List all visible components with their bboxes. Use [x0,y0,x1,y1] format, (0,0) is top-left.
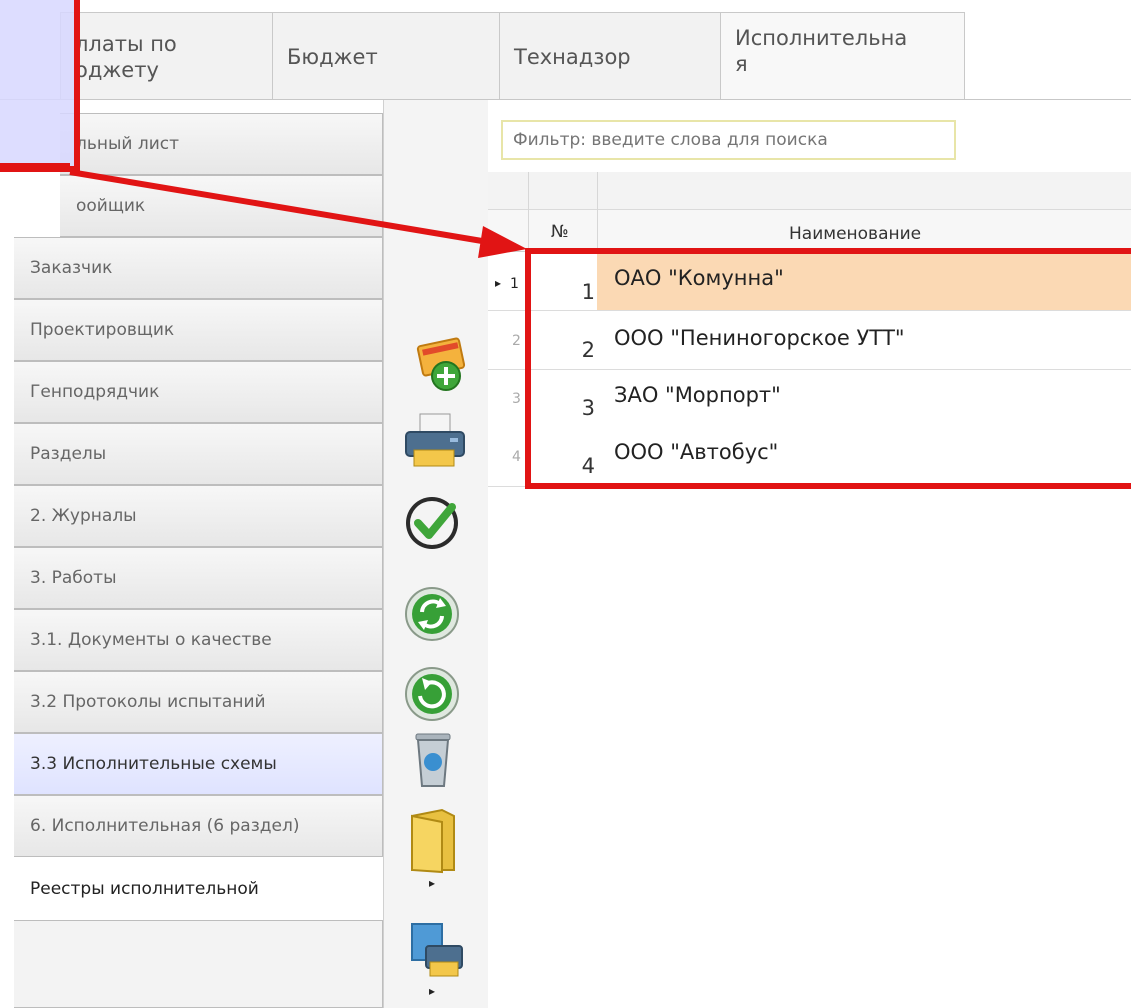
nav-item-quality-documents[interactable]: 3.1. Документы о качестве [14,609,383,671]
nav-item-executive-section-6[interactable]: 6. Исполнительная (6 раздел) [14,795,383,857]
print-dropdown-icon[interactable]: ▸ [429,984,435,998]
column-header-name[interactable]: Наименование [789,224,921,244]
refresh-icon[interactable] [398,584,470,644]
row-number: 3 [581,396,595,420]
nav-empty-panel [14,920,383,1008]
annotation-highlight-box [525,248,1131,489]
nav-item-executive-schemes[interactable]: 3.3 Исполнительные схемы [14,733,383,795]
row-number: 4 [581,454,595,478]
top-tab-bar: ллаты по оджету Бюджет Технадзор Исполни… [0,0,1131,115]
reload-icon[interactable] [398,664,470,724]
nav-item-test-protocols[interactable]: 3.2 Протоколы испытаний [14,671,383,733]
tab-budget[interactable]: Бюджет [272,12,515,101]
column-header-number[interactable]: № [551,222,569,242]
annotation-overlay [0,0,80,172]
print-to-file-icon[interactable] [398,920,470,980]
nav-item-title-sheet[interactable]: льный лист [60,113,383,175]
recycle-bin-icon[interactable] [398,730,470,790]
nav-item-works[interactable]: 3. Работы [14,547,383,609]
folder-icon[interactable] [398,808,470,874]
folder-dropdown-icon[interactable]: ▸ [429,876,435,890]
nav-item-builder[interactable]: оойщик [60,175,383,237]
filter-input[interactable] [501,120,956,160]
grid-group-header [488,172,1131,210]
tab-payments-budget[interactable]: ллаты по оджету [60,12,288,101]
tab-technical-supervision[interactable]: Технадзор [499,12,736,101]
row-number: 1 [581,280,595,304]
nav-item-executive-registers[interactable]: Реестры исполнительной [14,858,383,920]
checkmark-icon[interactable] [398,493,470,553]
nav-item-journals[interactable]: 2. Журналы [14,485,383,547]
row-number: 2 [581,338,595,362]
